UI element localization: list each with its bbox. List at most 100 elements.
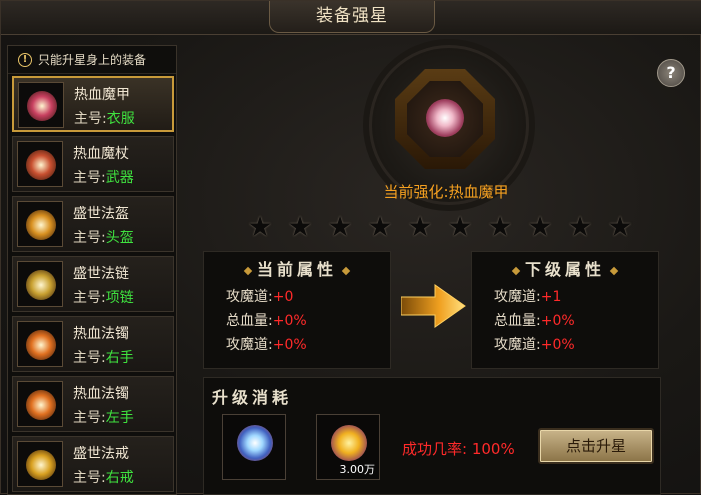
item-slot-label: 主号:右手	[73, 347, 134, 367]
equipment-star-window: 装备强星 ! 只能升星身上的装备 热血魔甲 主号:衣服 热血魔杖 主号:武器 盛世法盔主…	[0, 0, 701, 495]
diamond-icon	[243, 266, 253, 275]
slot-value: 右手	[105, 350, 134, 366]
attr-row: 攻魔道:+0	[226, 286, 293, 306]
star-icon: ★	[367, 210, 393, 243]
equipment-item[interactable]: 盛世法链主号:项链	[12, 256, 174, 312]
window-title: 装备强星	[269, 1, 435, 33]
staff-icon	[26, 150, 56, 180]
attr-value: +1	[540, 289, 562, 305]
star-icon: ★	[327, 210, 353, 243]
item-slot	[17, 321, 63, 367]
item-name: 热血魔甲	[74, 87, 130, 103]
current-attributes-panel: 当前属性 攻魔道:+0 总血量:+0% 攻魔道:+0%	[203, 251, 391, 369]
slot-value: 左手	[105, 410, 134, 426]
attr-row: 总血量:+0%	[494, 310, 575, 330]
cost-title: 升级消耗	[212, 388, 293, 407]
item-slot	[18, 82, 64, 128]
item-slot	[17, 261, 63, 307]
equipment-item[interactable]: 热血魔杖主号:武器	[12, 136, 174, 192]
upgrade-cost-panel: 升级消耗 3.00万 成功几率: 100% 点击升星	[203, 377, 661, 495]
current-attributes-title-text: 当前属性	[256, 260, 337, 279]
next-attributes-title-text: 下级属性	[524, 260, 605, 279]
diamond-icon	[511, 266, 521, 275]
item-name: 热血法镯	[73, 386, 129, 402]
attr-row: 攻魔道:+1	[494, 286, 561, 306]
attr-row: 攻魔道:+0%	[494, 334, 575, 354]
item-slot-label: 主号:右戒	[73, 467, 134, 487]
slot-prefix: 主号:	[73, 170, 106, 186]
item-name: 热血法镯	[73, 326, 129, 342]
star-icon: ★	[607, 210, 633, 243]
equipment-item[interactable]: 盛世法戒主号:右戒	[12, 436, 174, 492]
help-button[interactable]: ?	[657, 59, 685, 87]
equipment-item[interactable]: 热血法镯主号:左手	[12, 376, 174, 432]
equipment-item[interactable]: 热血魔甲主号:衣服	[12, 76, 174, 132]
armor-icon	[426, 99, 464, 137]
star-rating: ★ ★ ★ ★ ★ ★ ★ ★ ★ ★	[245, 213, 645, 243]
armor-icon	[27, 91, 57, 121]
attr-value: +0%	[272, 337, 307, 353]
attr-value: +0%	[540, 313, 575, 329]
slot-prefix: 主号:	[73, 230, 106, 246]
item-slot-label: 主号:左手	[73, 407, 134, 427]
star-icon: ★	[407, 210, 433, 243]
slot-prefix: 主号:	[73, 290, 106, 306]
star-icon: ★	[247, 210, 273, 243]
item-slot-label: 主号:项链	[73, 287, 134, 307]
current-enhance-label: 当前强化:热血魔甲	[383, 183, 509, 201]
item-name: 热血魔杖	[73, 146, 129, 162]
attr-value: +0%	[540, 337, 575, 353]
equipment-item[interactable]: 热血法镯主号:右手	[12, 316, 174, 372]
item-slot-label: 主号:头盔	[73, 227, 134, 247]
item-name: 盛世法链	[73, 266, 129, 282]
item-slot-label: 主号:武器	[73, 167, 134, 187]
slot-prefix: 主号:	[74, 111, 107, 127]
notice-text: 只能升星身上的装备	[38, 52, 147, 67]
item-slot-label: 主号:衣服	[74, 108, 135, 128]
ring-icon	[26, 450, 56, 480]
item-slot	[17, 381, 63, 427]
arrow-right-icon	[401, 284, 466, 328]
material-slot[interactable]	[222, 414, 286, 480]
gold-qty: 3.00万	[339, 463, 376, 476]
star-icon: ★	[567, 210, 593, 243]
warning-icon: !	[18, 52, 32, 67]
diamond-icon	[341, 266, 351, 275]
necklace-icon	[26, 270, 56, 300]
star-icon: ★	[447, 210, 473, 243]
attr-label: 攻魔道:	[494, 289, 541, 305]
slot-prefix: 主号:	[73, 470, 106, 486]
slot-value: 头盔	[105, 230, 134, 246]
gold-slot[interactable]: 3.00万	[316, 414, 380, 480]
item-name: 盛世法戒	[73, 446, 129, 462]
star-icon: ★	[487, 210, 513, 243]
diamond-icon	[609, 266, 619, 275]
attr-value: +0%	[272, 313, 307, 329]
star-icon: ★	[527, 210, 553, 243]
bracelet-icon	[26, 390, 56, 420]
help-icon: ?	[666, 63, 676, 82]
attr-label: 攻魔道:	[226, 337, 273, 353]
next-attributes-panel: 下级属性 攻魔道:+1 总血量:+0% 攻魔道:+0%	[471, 251, 659, 369]
title-bar: 装备强星	[1, 1, 701, 35]
item-slot	[17, 141, 63, 187]
attr-row: 总血量:+0%	[226, 310, 307, 330]
slot-prefix: 主号:	[73, 350, 106, 366]
equipment-list-panel: ! 只能升星身上的装备 热血魔甲 主号:衣服 热血魔杖 主号:武器 盛世法盔 主号:头盔盛…	[7, 45, 177, 495]
slot-value: 项链	[105, 290, 134, 306]
notice-bar: ! 只能升星身上的装备	[8, 46, 176, 74]
attr-row: 攻魔道:+0%	[226, 334, 307, 354]
slot-value: 武器	[105, 170, 134, 186]
attr-label: 攻魔道:	[494, 337, 541, 353]
slot-value: 右戒	[105, 470, 134, 486]
slot-prefix: 主号:	[73, 410, 106, 426]
item-slot	[17, 201, 63, 247]
gold-ingot-icon	[331, 425, 367, 461]
attr-value: +0	[272, 289, 294, 305]
upgrade-star-button[interactable]: 点击升星	[538, 428, 654, 464]
current-attributes-title: 当前属性	[204, 256, 390, 280]
attr-label: 攻魔道:	[226, 289, 273, 305]
success-rate: 成功几率: 100%	[402, 440, 515, 458]
equipment-item[interactable]: 盛世法盔 主号:头盔	[12, 196, 174, 252]
star-icon: ★	[287, 210, 313, 243]
